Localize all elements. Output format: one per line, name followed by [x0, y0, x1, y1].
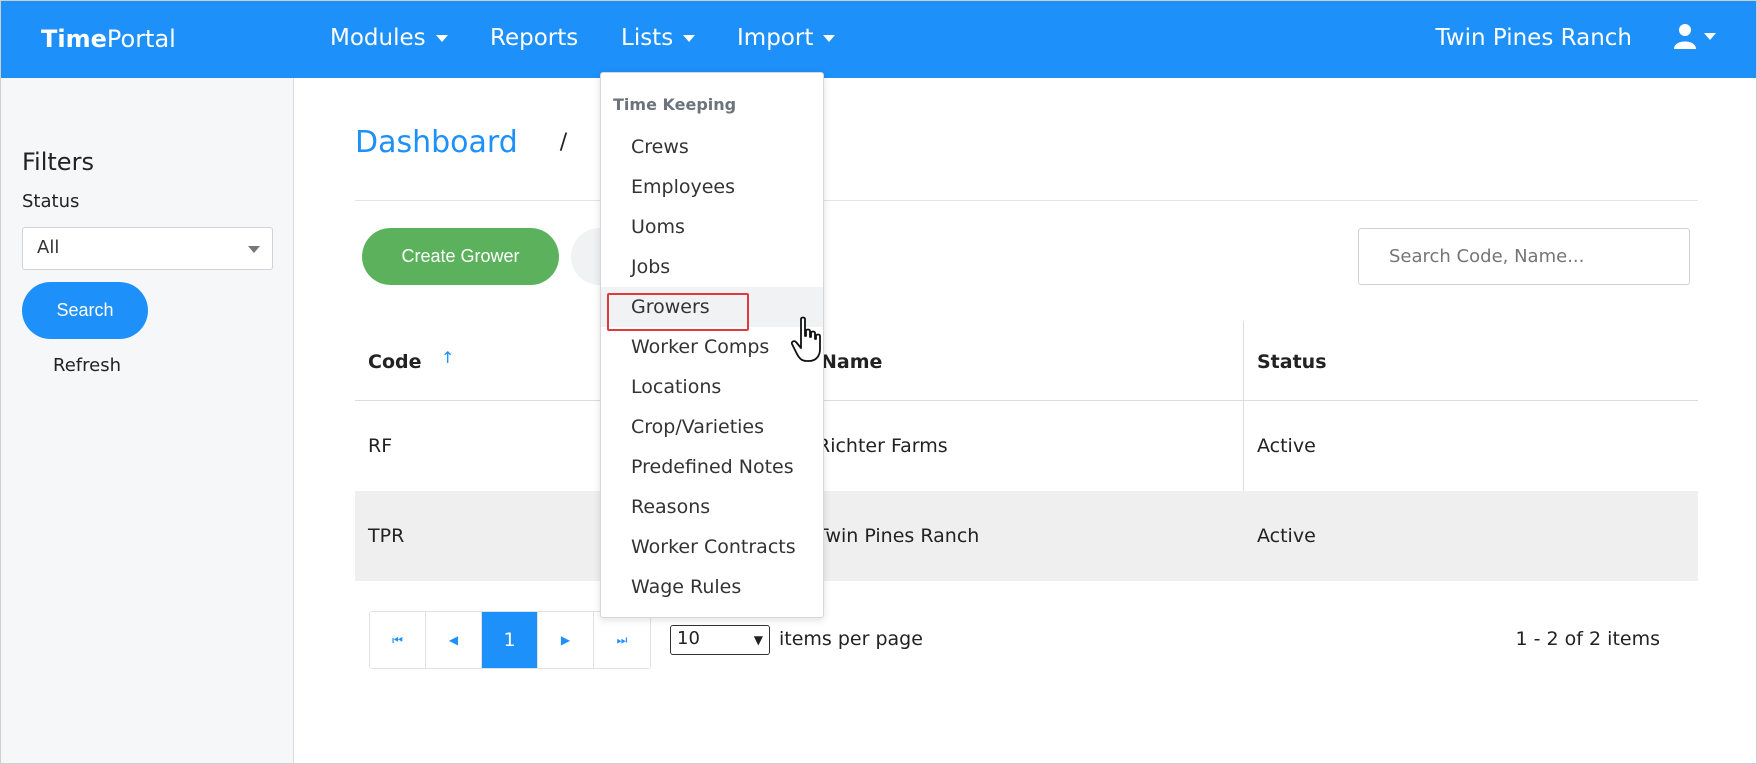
cell-name: Twin Pines Ranch	[817, 525, 980, 547]
prev-page-icon[interactable]: ◀	[426, 612, 482, 668]
items-per-page-select[interactable]: 10 ▼	[670, 625, 770, 655]
cell-code: RF	[368, 435, 393, 457]
chevron-down-icon: ▼	[753, 633, 763, 647]
menu-item-jobs[interactable]: Jobs	[601, 247, 823, 287]
menu-item-employees[interactable]: Employees	[601, 167, 823, 207]
table-row[interactable]: RF Richter Farms Active	[355, 401, 1698, 491]
sort-up-icon[interactable]: ↑	[441, 348, 454, 367]
divider	[355, 200, 1698, 201]
menu-item-predefined-notes[interactable]: Predefined Notes	[601, 447, 823, 487]
menu-item-crop-varieties[interactable]: Crop/Varieties	[601, 407, 823, 447]
menu-item-uoms[interactable]: Uoms	[601, 207, 823, 247]
nav-lists[interactable]: Lists	[621, 25, 696, 51]
table-header: Code ↑ Name Status	[355, 321, 1698, 401]
top-navbar: TimePortal Modules Reports Lists Import …	[1, 1, 1756, 78]
growers-table: Code ↑ Name Status RF Richter Farms Acti…	[355, 321, 1698, 581]
menu-item-growers[interactable]: Growers	[601, 287, 823, 327]
user-icon	[1674, 24, 1696, 49]
menu-item-locations[interactable]: Locations	[601, 367, 823, 407]
last-page-icon[interactable]: ⏭	[594, 612, 650, 668]
caret-down-icon	[435, 34, 448, 42]
dropdown-header: Time Keeping	[613, 95, 737, 114]
status-select[interactable]: All	[22, 227, 273, 270]
menu-item-crews[interactable]: Crews	[601, 127, 823, 167]
caret-down-icon	[1704, 32, 1716, 40]
caret-down-icon	[683, 34, 696, 42]
breadcrumb-separator: /	[559, 130, 568, 155]
nav-import[interactable]: Import	[737, 25, 836, 51]
cell-status: Active	[1257, 435, 1316, 457]
current-ranch[interactable]: Twin Pines Ranch	[1436, 25, 1632, 51]
table-row[interactable]: TPR Twin Pines Ranch Active	[355, 491, 1698, 581]
brand-logo[interactable]: TimePortal	[41, 25, 176, 53]
filters-title: Filters	[22, 148, 94, 176]
hand-cursor-icon	[791, 316, 821, 362]
cell-name: Richter Farms	[817, 435, 948, 457]
create-grower-button[interactable]: Create Grower	[362, 228, 559, 285]
search-button[interactable]: Search	[22, 282, 148, 339]
first-page-icon[interactable]: ⏮	[370, 612, 426, 668]
refresh-link[interactable]: Refresh	[53, 355, 121, 376]
next-page-icon[interactable]: ▶	[538, 612, 594, 668]
header-name[interactable]: Name	[821, 351, 882, 373]
caret-down-icon	[823, 34, 836, 42]
pagination: ⏮ ◀ 1 ▶ ⏭	[369, 611, 651, 669]
app-window: TimePortal Modules Reports Lists Import …	[0, 0, 1757, 764]
nav-reports[interactable]: Reports	[490, 25, 578, 51]
status-label: Status	[22, 191, 80, 212]
menu-item-worker-contracts[interactable]: Worker Contracts	[601, 527, 823, 567]
filters-sidebar: Filters Status All Search Refresh	[1, 78, 294, 763]
cell-status: Active	[1257, 525, 1316, 547]
menu-item-worker-comps[interactable]: Worker Comps	[601, 327, 823, 367]
chevron-down-icon	[248, 246, 260, 253]
menu-item-wage-rules[interactable]: Wage Rules	[601, 567, 823, 607]
cell-code: TPR	[368, 525, 405, 547]
page-1-button[interactable]: 1	[482, 612, 538, 668]
items-per-page-label: items per page	[779, 628, 923, 650]
items-count: 1 - 2 of 2 items	[1515, 628, 1660, 650]
menu-item-reasons[interactable]: Reasons	[601, 487, 823, 527]
search-input[interactable]	[1358, 228, 1690, 285]
nav-modules[interactable]: Modules	[330, 25, 448, 51]
user-menu[interactable]	[1674, 23, 1716, 49]
breadcrumb: Dashboard / G	[355, 125, 629, 160]
breadcrumb-dashboard[interactable]: Dashboard	[355, 125, 518, 160]
header-code[interactable]: Code	[368, 351, 421, 373]
header-status[interactable]: Status	[1257, 351, 1327, 373]
